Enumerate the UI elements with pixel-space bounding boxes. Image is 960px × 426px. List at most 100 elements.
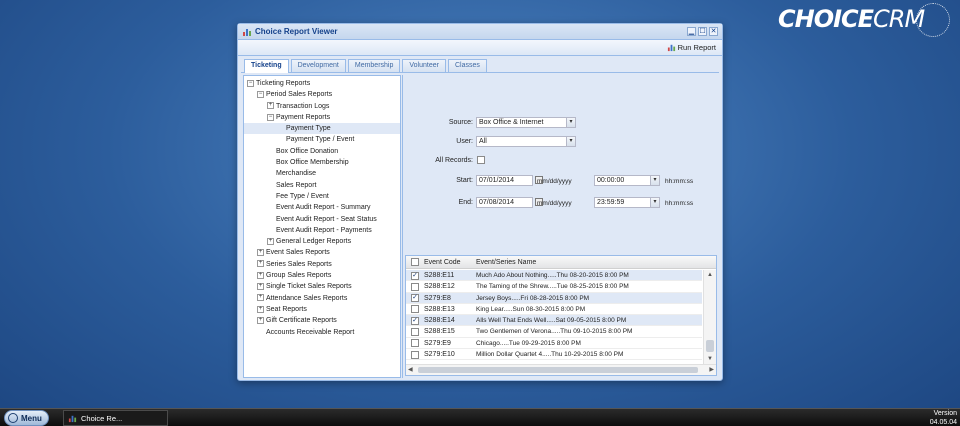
select-all-checkbox[interactable] (411, 258, 419, 266)
tab-classes[interactable]: Classes (447, 59, 487, 72)
row-checkbox[interactable] (411, 339, 419, 348)
end-time-input[interactable]: 23:59:59 ▾ (594, 197, 660, 208)
row-checkbox[interactable] (411, 282, 419, 291)
horizontal-scrollbar[interactable]: ◀ ▶ (406, 364, 716, 375)
scroll-thumb[interactable] (418, 367, 698, 373)
event-code-cell: S279:E10 (424, 351, 455, 359)
table-row[interactable]: ✓ S288:E11 Much Ado About Nothing.....Thu … (406, 270, 702, 282)
chevron-down-icon[interactable]: ▾ (566, 118, 575, 127)
scroll-left-icon[interactable]: ◀ (408, 366, 413, 373)
tree-node[interactable]: − Period Sales Reports (244, 89, 400, 100)
table-row[interactable]: S279:E10 Million Dollar Quartet 4.....Thu… (406, 349, 702, 361)
tree-node[interactable]: Box Office Donation (244, 146, 400, 157)
row-checkbox[interactable]: ✓ (411, 316, 419, 325)
chevron-down-icon[interactable]: ▾ (650, 198, 659, 207)
minimize-button[interactable]: ▁ (687, 27, 696, 36)
maximize-button[interactable]: ☐ (698, 27, 707, 36)
tree-node[interactable]: Merchandise (244, 168, 400, 179)
expand-icon[interactable]: + (257, 260, 264, 268)
tree-node[interactable]: + Gift Certificate Reports (244, 315, 400, 326)
scroll-right-icon[interactable]: ▶ (709, 366, 714, 373)
scroll-thumb[interactable] (706, 340, 714, 352)
event-code-cell: S279:E9 (424, 339, 451, 347)
expand-icon[interactable]: + (257, 249, 264, 257)
tree-node-label: Single Ticket Sales Reports (266, 283, 352, 291)
start-time-input[interactable]: 00:00:00 ▾ (594, 175, 660, 186)
tree-node[interactable]: + Attendance Sales Reports (244, 293, 400, 304)
tree-node[interactable]: + Event Sales Reports (244, 247, 400, 258)
chevron-down-icon[interactable]: ▾ (566, 137, 575, 146)
tree-node[interactable]: + Group Sales Reports (244, 270, 400, 281)
menu-button[interactable]: Menu (4, 410, 49, 426)
tree-node[interactable]: Event Audit Report - Seat Status (244, 214, 400, 225)
vertical-scrollbar[interactable]: ▲ ▼ (703, 270, 716, 364)
window-titlebar[interactable]: Choice Report Viewer ▁ ☐ ✕ (238, 24, 722, 40)
collapse-icon[interactable]: − (257, 90, 264, 98)
expand-icon[interactable]: + (257, 316, 264, 324)
table-row[interactable]: S288:E15 Two Gentlemen of Verona.....Thu … (406, 326, 702, 338)
tree-node[interactable]: Fee Type / Event (244, 191, 400, 202)
expand-icon[interactable]: + (267, 237, 274, 245)
row-checkbox[interactable] (411, 327, 419, 336)
table-row[interactable]: ✓ S279:E8 Jersey Boys.....Fri 08-28-2015 8… (406, 292, 702, 304)
table-row[interactable]: ✓ S288:E14 Alls Well That Ends Well.....Sa… (406, 315, 702, 327)
expand-icon[interactable]: + (257, 294, 264, 302)
chevron-down-icon[interactable]: ▾ (650, 176, 659, 185)
table-row[interactable]: S288:E12 The Taming of the Shrew.....Tue … (406, 281, 702, 293)
event-code-cell: S288:E12 (424, 283, 455, 291)
collapse-icon[interactable]: − (267, 113, 274, 121)
row-checkbox[interactable]: ✓ (411, 271, 419, 280)
tree-node[interactable]: − Ticketing Reports (244, 78, 400, 89)
column-event-name[interactable]: Event/Series Name (476, 259, 536, 266)
tab-volunteer[interactable]: Volunteer (402, 59, 446, 72)
tree-node[interactable]: Event Audit Report - Summary (244, 202, 400, 213)
run-report-label: Run Report (677, 43, 716, 52)
run-report-button[interactable]: Run Report (667, 43, 716, 52)
expand-icon[interactable]: + (267, 102, 274, 110)
table-row[interactable]: S288:E13 King Lear.....Sun 08-30-2015 8:0… (406, 304, 702, 316)
expand-icon[interactable]: + (257, 305, 264, 313)
table-row[interactable]: S279:E9 Chicago.....Tue 09-29-2015 8:00 P… (406, 338, 702, 350)
start-date-hint: mm/dd/yyyy (537, 178, 572, 185)
event-code-cell: S279:E8 (424, 294, 451, 302)
row-checkbox[interactable] (411, 305, 419, 314)
tree-node[interactable]: Box Office Membership (244, 157, 400, 168)
tab-ticketing[interactable]: Ticketing (244, 59, 289, 73)
user-select[interactable]: All ▾ (476, 136, 576, 147)
version-info: Version 04.05.04 (930, 409, 957, 426)
row-checkbox[interactable] (411, 350, 419, 359)
expand-icon[interactable]: + (257, 283, 264, 290)
all-records-checkbox[interactable] (477, 156, 485, 164)
tree-node[interactable]: + Seat Reports (244, 304, 400, 315)
tree-node-label: Payment Type / Event (286, 136, 355, 144)
scroll-up-icon[interactable]: ▲ (707, 272, 713, 278)
tree-node[interactable]: − Payment Reports (244, 112, 400, 123)
tree-node[interactable]: + Transaction Logs (244, 101, 400, 112)
tab-membership[interactable]: Membership (347, 59, 401, 72)
source-select[interactable]: Box Office & Internet ▾ (476, 117, 576, 128)
tree-node-label: Transaction Logs (276, 102, 330, 110)
row-checkbox[interactable]: ✓ (411, 294, 419, 303)
tree-node[interactable]: Event Audit Report - Payments (244, 225, 400, 236)
event-name-cell: The Taming of the Shrew.....Tue 08-25-20… (476, 283, 629, 291)
scroll-down-icon[interactable]: ▼ (707, 356, 713, 362)
tree-node[interactable]: Payment Type (244, 123, 400, 135)
report-chart-icon (68, 415, 77, 422)
taskbar-item-report-viewer[interactable]: Choice Re... (63, 410, 168, 426)
start-time-hint: hh:mm:ss (665, 178, 694, 185)
close-button[interactable]: ✕ (709, 27, 718, 36)
tab-development[interactable]: Development (290, 59, 346, 72)
collapse-icon[interactable]: − (247, 79, 254, 87)
tree-node-label: Sales Report (276, 181, 317, 189)
tree-node[interactable]: + Series Sales Reports (244, 259, 400, 270)
tree-node[interactable]: Sales Report (244, 180, 400, 191)
tree-node-label: Fee Type / Event (276, 192, 329, 200)
expand-icon[interactable]: + (257, 271, 264, 279)
tree-node[interactable]: + Single Ticket Sales Reports (244, 281, 400, 292)
tree-node[interactable]: Accounts Receivable Report (244, 327, 400, 338)
column-event-code[interactable]: Event Code (424, 259, 461, 266)
end-date-input[interactable]: 07/08/2014 (476, 197, 533, 208)
tree-node[interactable]: Payment Type / Event (244, 134, 400, 145)
start-date-input[interactable]: 07/01/2014 (476, 175, 533, 186)
tree-node[interactable]: + General Ledger Reports (244, 236, 400, 247)
